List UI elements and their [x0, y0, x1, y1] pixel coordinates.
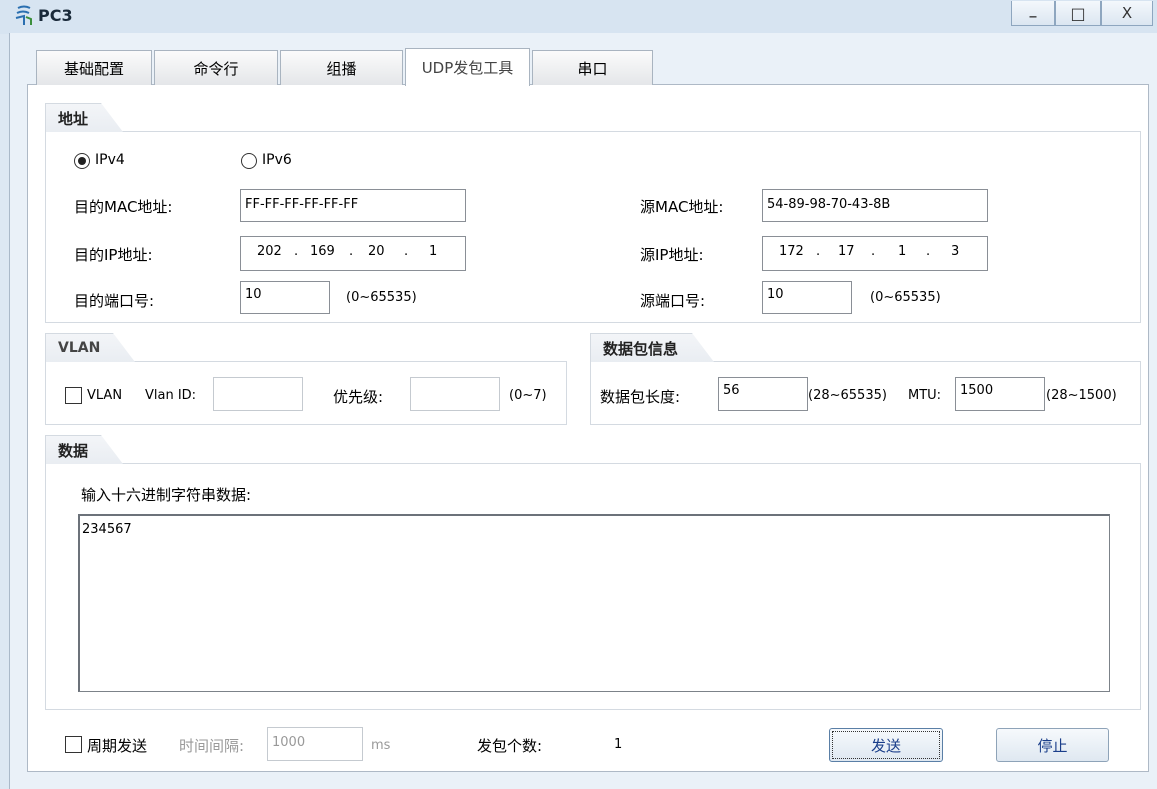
- close-icon: X: [1121, 4, 1133, 22]
- ipv6-label: IPv6: [262, 152, 292, 168]
- tab-serial[interactable]: 串口: [532, 50, 653, 85]
- vlan-id-input[interactable]: [213, 377, 303, 411]
- vlan-checkbox[interactable]: [65, 387, 82, 404]
- mtu-range: (28~1500): [1046, 388, 1117, 403]
- dst-port-label: 目的端口号:: [74, 292, 155, 310]
- tab-basic-config[interactable]: 基础配置: [36, 50, 152, 85]
- maximize-button[interactable]: □: [1055, 1, 1101, 26]
- packet-length-input[interactable]: 56: [718, 377, 808, 411]
- priority-range: (0~7): [509, 388, 547, 403]
- send-button[interactable]: 发送: [829, 728, 943, 762]
- dst-ip-input[interactable]: 202 . 169 . 20 . 1: [240, 236, 466, 271]
- ip-separator: .: [926, 244, 931, 259]
- ip-separator: .: [349, 244, 354, 259]
- stop-button[interactable]: 停止: [996, 728, 1109, 762]
- maximize-icon: □: [1070, 3, 1086, 23]
- dst-port-input[interactable]: 10: [240, 281, 330, 314]
- packet-length-range: (28~65535): [808, 388, 887, 403]
- ipv6-radio[interactable]: [241, 153, 257, 169]
- dst-mac-input[interactable]: FF-FF-FF-FF-FF-FF: [240, 189, 466, 222]
- periodic-send-label: 周期发送: [87, 737, 148, 755]
- packet-count-value: 1: [614, 737, 623, 752]
- dst-ip-octet-4: 1: [429, 244, 438, 259]
- periodic-send-checkbox[interactable]: [65, 736, 82, 753]
- dst-ip-label: 目的IP地址:: [74, 246, 153, 264]
- src-ip-octet-1: 172: [779, 244, 804, 259]
- tab-udp-tool[interactable]: UDP发包工具: [405, 48, 530, 86]
- interval-input[interactable]: 1000: [267, 727, 363, 761]
- src-ip-octet-2: 17: [838, 244, 855, 259]
- ip-separator: .: [404, 244, 409, 259]
- src-ip-octet-3: 1: [898, 244, 907, 259]
- hex-data-label: 输入十六进制字符串数据:: [81, 486, 252, 504]
- ipv4-radio[interactable]: [74, 153, 90, 169]
- hex-data-textarea[interactable]: 234567: [78, 514, 1110, 692]
- minimize-icon: _: [1029, 2, 1037, 18]
- address-group: [45, 131, 1141, 323]
- minimize-button[interactable]: _: [1011, 1, 1055, 26]
- src-ip-octet-4: 3: [951, 244, 960, 259]
- packet-count-label: 发包个数:: [477, 737, 543, 755]
- close-button[interactable]: X: [1101, 1, 1153, 26]
- dst-ip-octet-1: 202: [257, 244, 282, 259]
- dst-mac-label: 目的MAC地址:: [74, 198, 173, 216]
- interval-unit: ms: [371, 738, 391, 753]
- tab-multicast[interactable]: 组播: [280, 50, 403, 85]
- src-mac-label: 源MAC地址:: [640, 198, 724, 216]
- ip-separator: .: [871, 244, 876, 259]
- priority-label: 优先级:: [333, 388, 384, 406]
- src-port-input[interactable]: 10: [762, 281, 852, 314]
- packet-length-label: 数据包长度:: [600, 388, 681, 406]
- src-port-label: 源端口号:: [640, 292, 706, 310]
- dst-port-range: (0~65535): [346, 290, 417, 305]
- title-bar: [0, 0, 1157, 34]
- src-ip-input[interactable]: 172 . 17 . 1 . 3: [762, 236, 988, 271]
- window-title: PC3: [38, 6, 73, 25]
- vlan-checkbox-label: VLAN: [87, 388, 123, 403]
- mtu-input[interactable]: 1500: [955, 377, 1045, 411]
- priority-input[interactable]: [410, 377, 500, 411]
- ip-separator: .: [816, 244, 821, 259]
- src-ip-label: 源IP地址:: [640, 246, 704, 264]
- dst-ip-octet-3: 20: [368, 244, 385, 259]
- vlan-id-label: Vlan ID:: [145, 388, 197, 403]
- mtu-label: MTU:: [908, 388, 942, 403]
- src-port-range: (0~65535): [870, 290, 941, 305]
- ipv4-label: IPv4: [95, 152, 125, 168]
- interval-label: 时间间隔:: [179, 737, 245, 755]
- tab-command-line[interactable]: 命令行: [154, 50, 278, 85]
- ip-separator: .: [294, 244, 299, 259]
- dst-ip-octet-2: 169: [310, 244, 335, 259]
- src-mac-input[interactable]: 54-89-98-70-43-8B: [762, 189, 988, 222]
- pc-app-icon: [15, 5, 32, 25]
